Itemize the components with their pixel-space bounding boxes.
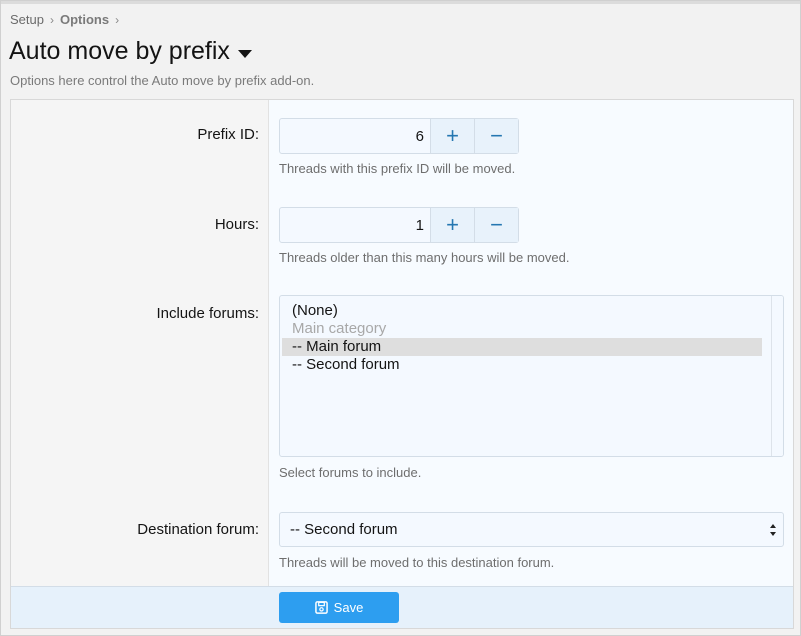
breadcrumb: Setup › Options ›: [10, 12, 119, 27]
page-description: Options here control the Auto move by pr…: [10, 73, 315, 88]
destination-forum-label: Destination forum:: [137, 521, 259, 538]
breadcrumb-separator: ›: [115, 12, 120, 27]
include-forums-label: Include forums:: [156, 305, 259, 322]
hours-label: Hours:: [214, 216, 259, 233]
plus-icon: +: [446, 123, 459, 148]
hours-stepper: + −: [279, 207, 519, 243]
select-arrows-icon: [770, 524, 776, 536]
caret-down-icon[interactable]: [237, 49, 252, 58]
form-footer: Save: [11, 586, 793, 628]
prefix-id-increment-button[interactable]: +: [430, 119, 474, 153]
hours-input[interactable]: [280, 208, 430, 242]
prefix-id-label: Prefix ID:: [197, 126, 259, 143]
destination-forum-select[interactable]: -- Second forum: [279, 512, 784, 547]
include-forums-hint: Select forums to include.: [279, 465, 422, 480]
breadcrumb-item-setup[interactable]: Setup: [10, 12, 44, 27]
page-title-text: Auto move by prefix: [9, 37, 230, 65]
minus-icon: −: [490, 123, 503, 148]
page-title[interactable]: Auto move by prefix: [9, 37, 252, 66]
include-forums-listbox[interactable]: (None) Main category -- Main forum -- Se…: [279, 295, 784, 457]
breadcrumb-separator: ›: [49, 12, 54, 27]
destination-forum-hint: Threads will be moved to this destinatio…: [279, 555, 555, 570]
save-button-label: Save: [333, 600, 364, 615]
breadcrumb-item-options[interactable]: Options: [60, 12, 109, 27]
app-window: Setup › Options › Auto move by prefix Op…: [0, 0, 801, 636]
prefix-id-stepper: + −: [279, 118, 519, 154]
forum-option-main-forum[interactable]: -- Main forum: [282, 338, 762, 356]
plus-icon: +: [446, 212, 459, 237]
forum-option-second-forum[interactable]: -- Second forum: [282, 356, 762, 374]
label-column: [11, 100, 269, 586]
floppy-disk-icon: [314, 601, 328, 614]
hours-hint: Threads older than this many hours will …: [279, 250, 570, 265]
hours-increment-button[interactable]: +: [430, 208, 474, 242]
forum-option-none[interactable]: (None): [282, 302, 762, 320]
minus-icon: −: [490, 212, 503, 237]
prefix-id-decrement-button[interactable]: −: [474, 119, 518, 153]
prefix-id-input[interactable]: [280, 119, 430, 153]
save-button[interactable]: Save: [279, 592, 399, 623]
hours-decrement-button[interactable]: −: [474, 208, 518, 242]
listbox-scrollbar[interactable]: [771, 296, 783, 456]
destination-forum-value: -- Second forum: [290, 521, 398, 538]
forum-option-main-category: Main category: [292, 320, 387, 337]
prefix-id-hint: Threads with this prefix ID will be move…: [279, 161, 516, 176]
top-border: [1, 1, 800, 4]
options-form: Prefix ID: + − Threads with this prefix …: [10, 99, 794, 629]
